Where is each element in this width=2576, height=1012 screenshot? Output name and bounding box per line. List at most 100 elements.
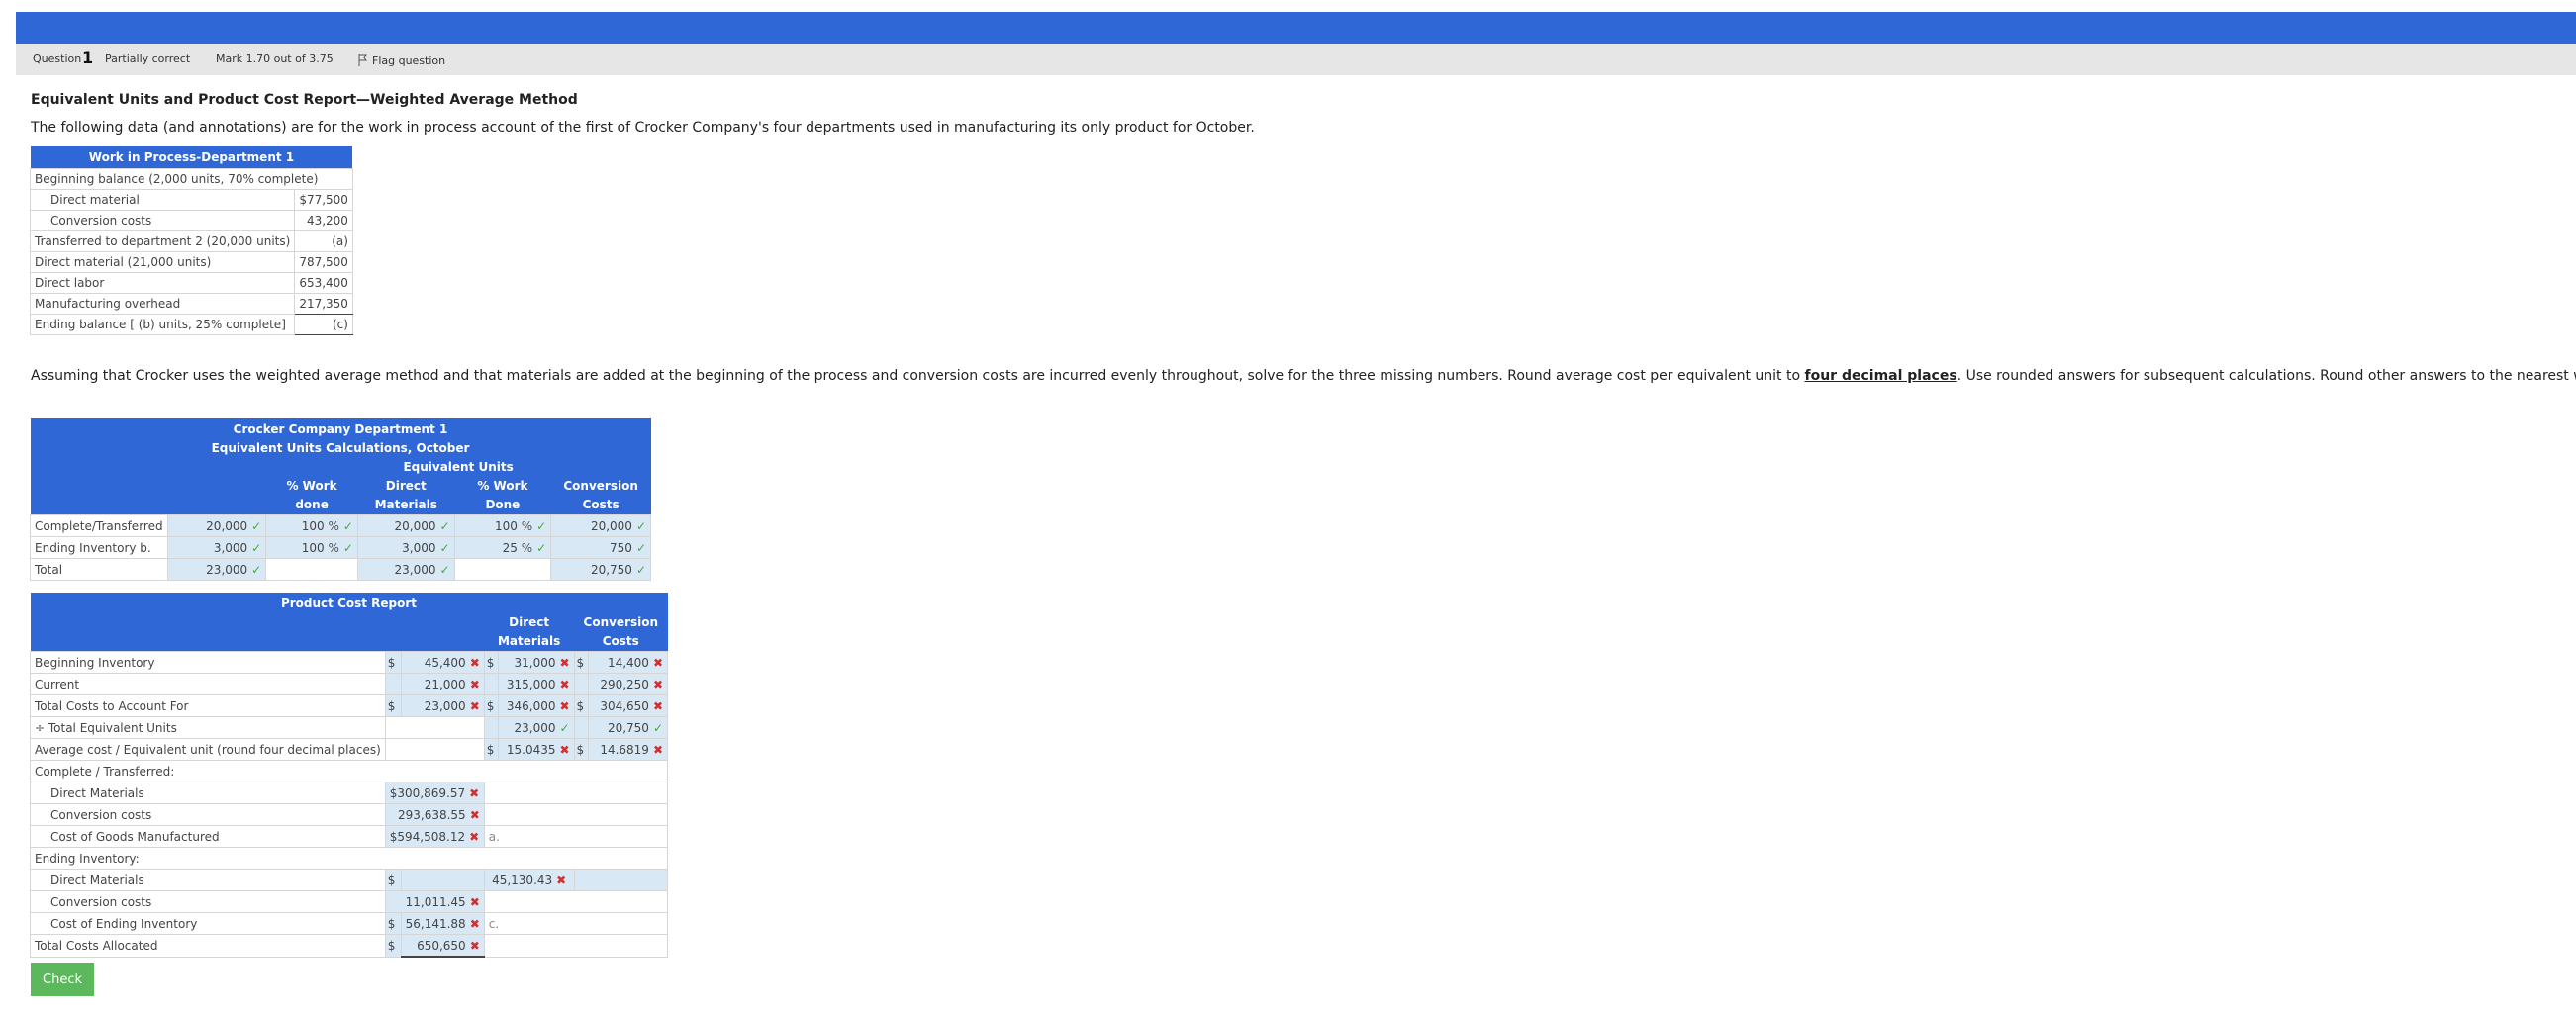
pct-work-done-input[interactable]: 100 % ✓ [453,514,552,537]
wip-row-label: Beginning balance (2,000 units, 70% comp… [30,168,353,190]
cc-eu-input[interactable]: 20,750 ✓ [550,558,651,581]
dm-eu-input[interactable]: 3,000 ✓ [356,536,455,559]
value: 45,400 [424,655,466,670]
x-icon: ✖ [559,677,570,691]
total-input[interactable]: 56,141.88 ✖ [400,912,485,935]
dollar-sign: $ [384,694,402,717]
dm-eu-input[interactable]: 23,000 ✓ [356,558,455,581]
pcr-row-label: Direct Materials [30,869,386,891]
pct-sign: % [521,540,533,555]
pcr-row-label: Cost of Goods Manufactured [30,825,386,848]
equ-title-company: Crocker Company Department 1 [30,418,651,438]
total-input[interactable]: 11,011.45 ✖ [384,890,485,913]
total-input[interactable]: $594,508.12 ✖ [384,825,485,848]
wip-row-amount: $77,500 [294,189,353,211]
equ-header-pct1-b: done [265,495,358,515]
pcr-section-label: Complete / Transferred: [30,760,668,782]
pcr-header-cc-b: Costs [574,631,668,652]
cc-input[interactable]: 304,650 ✖ [587,694,669,717]
cc-eu-input[interactable]: 750 ✓ [550,536,651,559]
instructions-text: Assuming that Crocker uses the weighted … [31,368,2576,384]
total-input[interactable]: 23,000 ✖ [400,694,485,717]
cc-input[interactable]: 14.6819 ✖ [587,738,669,761]
dollar-sign: $ [384,869,402,891]
pcr-row-label: Total Costs to Account For [30,694,386,717]
question-heading: Equivalent Units and Product Cost Report… [31,92,578,108]
cc-eu-input[interactable]: 20,000 ✓ [550,514,651,537]
pcr-row-label: ÷ Total Equivalent Units [30,716,386,739]
question-number: 1 [82,48,94,67]
wip-title: Work in Process-Department 1 [30,146,353,169]
total-input[interactable]: $300,869.57 ✖ [384,782,485,804]
annotation-a: a. [483,825,669,848]
units-input[interactable]: 20,000 ✓ [166,514,267,537]
value: 14,400 [607,655,649,670]
pct-sign: % [521,518,533,533]
units-value: 3,000 [213,540,248,555]
pcr-row-label: Average cost / Equivalent unit (round fo… [30,738,386,761]
value: 31,000 [514,655,556,670]
question-info-bar: Question 1 Partially correct Mark 1.70 o… [16,44,2576,75]
equ-header-pct2-b: Done [454,495,551,515]
dm-value: 23,000 [394,562,436,577]
units-input[interactable]: 3,000 ✓ [166,536,267,559]
empty-cell [483,673,499,695]
value: 56,141.88 [405,916,466,931]
value: 304,650 [600,698,649,713]
flag-question-link[interactable]: Flag question [358,52,445,67]
dollar-sign: $ [483,651,499,674]
top-bar [16,12,2576,44]
total-input[interactable] [400,869,485,891]
dollar-sign: $ [573,651,589,674]
value: 15.0435 [506,742,556,757]
empty-cell [384,716,485,739]
pct-work-done-input[interactable]: 100 % ✓ [265,536,358,559]
pct-work-done-input[interactable]: 25 % ✓ [453,536,552,559]
value: 300,869.57 [397,785,466,800]
equ-header-pct2: % Work [454,476,551,495]
equ-header-cc-b: Costs [550,495,651,515]
units-input[interactable]: 23,000 ✓ [166,558,267,581]
pcr-row-label: Beginning Inventory [30,651,386,674]
pcr-row-label: Total Costs Allocated [30,934,386,958]
wip-row-label: Conversion costs [29,210,296,231]
total-input[interactable]: 45,400 ✖ [400,651,485,674]
check-icon: ✓ [652,720,663,735]
equ-row-label: Complete/Transferred [30,514,168,537]
value: 20,750 [607,720,649,735]
dm-input[interactable]: 23,000 ✓ [497,716,575,739]
x-icon: ✖ [469,698,480,713]
cc-input[interactable]: 290,250 ✖ [587,673,669,695]
dm-input[interactable]: 45,130.43 ✖ [483,869,575,891]
x-icon: ✖ [652,698,663,713]
empty-cell [483,782,669,804]
check-icon: ✓ [342,540,353,555]
dm-input[interactable]: 31,000 ✖ [497,651,575,674]
dm-input[interactable]: 346,000 ✖ [497,694,575,717]
dm-input[interactable]: 315,000 ✖ [497,673,575,695]
value: 21,000 [424,677,466,691]
cc-input[interactable]: 20,750 ✓ [587,716,669,739]
total-input[interactable]: 21,000 ✖ [400,673,485,695]
x-icon: ✖ [469,785,480,800]
check-button[interactable]: Check [31,963,94,996]
empty-cell [453,558,552,581]
instructions-part: Assuming that Crocker uses the weighted … [31,368,1805,384]
total-input[interactable]: 650,650 ✖ [400,934,485,958]
check-icon: ✓ [439,540,450,555]
empty-cell [483,716,499,739]
cc-input[interactable]: 14,400 ✖ [587,651,669,674]
total-input[interactable]: 293,638.55 ✖ [384,803,485,826]
dm-input[interactable]: 15.0435 ✖ [497,738,575,761]
pcr-header-dm-b: Materials [484,631,575,652]
pct-work-done-input[interactable]: 100 % ✓ [265,514,358,537]
wip-row-label: Ending balance [ (b) units, 25% complete… [29,314,296,335]
flag-question-label: Flag question [372,54,446,67]
dm-eu-input[interactable]: 20,000 ✓ [356,514,455,537]
wip-row-label: Direct material (21,000 units) [29,251,296,273]
pct-value: 100 [301,518,325,533]
instructions-part: . Use rounded answers for subsequent cal… [1956,368,2576,384]
equ-header-cc: Conversion [550,476,651,495]
equ-header-dm-b: Materials [357,495,455,515]
pct-sign: % [328,540,339,555]
